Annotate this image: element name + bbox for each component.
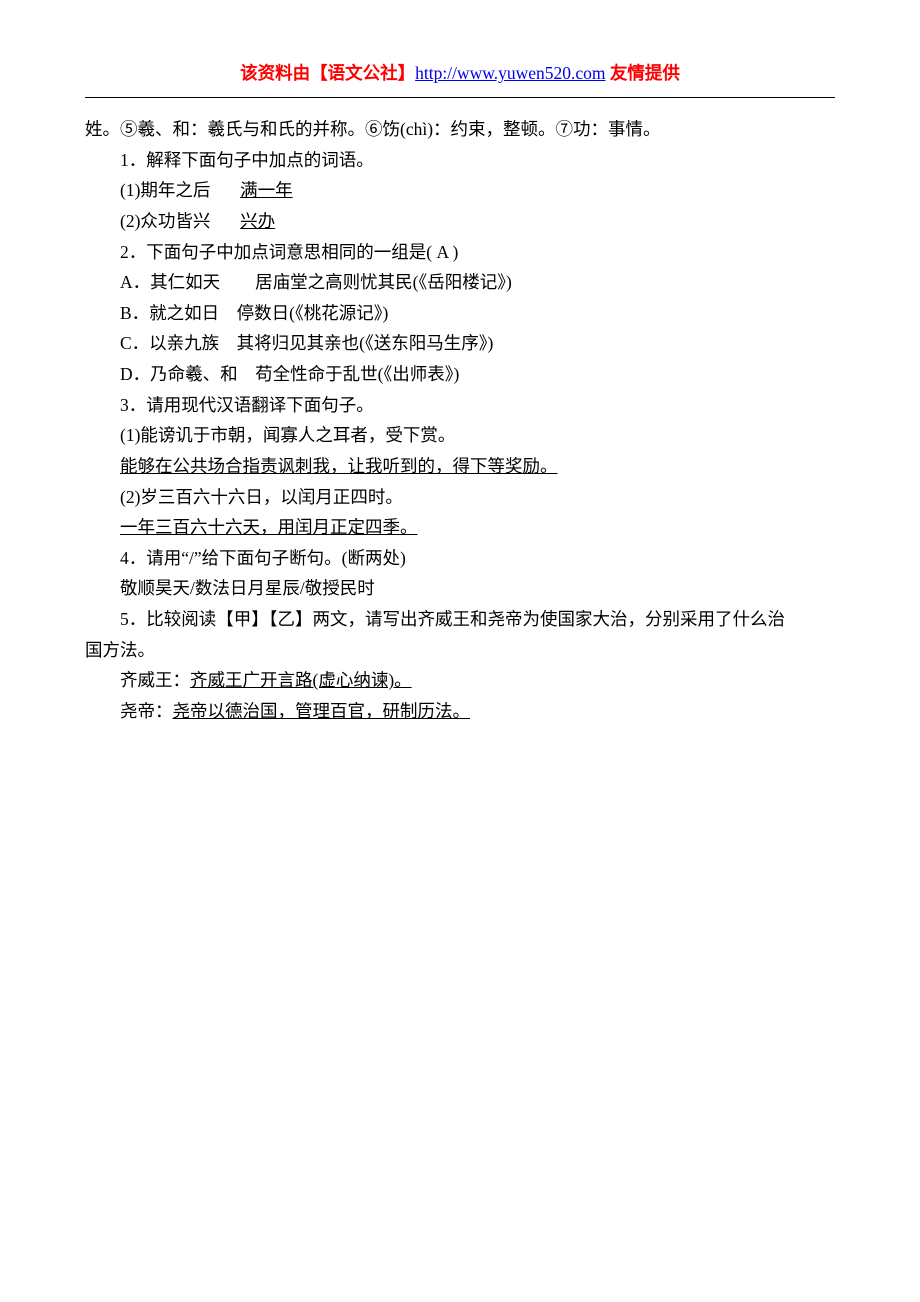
q2-opt-a: A．其仁如天 居庙堂之高则忧其民(《岳阳楼记》) <box>85 267 835 298</box>
q5-a1-text: 齐威王广开言路(虚心纳谏)。 <box>190 670 412 690</box>
q5-answer-2: 尧帝：尧帝以德治国，管理百官，研制历法。 <box>85 696 835 727</box>
header-source-link[interactable]: http://www.yuwen520.com <box>415 63 605 83</box>
q1-opt1-text: (1)期年之后 <box>120 180 210 200</box>
q1-opt2-text: (2)众功皆兴 <box>120 211 210 231</box>
q1-opt1-answer: 满一年 <box>240 180 293 200</box>
q5-answer-1: 齐威王：齐威王广开言路(虚心纳谏)。 <box>85 665 835 696</box>
divider <box>85 97 835 98</box>
q5-a2-text: 尧帝以德治国，管理百官，研制历法。 <box>173 701 471 721</box>
q5-prompt-line1: 5．比较阅读【甲】【乙】两文，请写出齐威王和尧帝为使国家大治，分别采用了什么治 <box>85 604 835 635</box>
q1-opt2: (2)众功皆兴 兴办 <box>85 206 835 237</box>
q4-prompt: 4．请用“/”给下面句子断句。(断两处) <box>85 543 835 574</box>
q3-s1-answer-text: 能够在公共场合指责讽刺我，让我听到的，得下等奖励。 <box>120 456 558 476</box>
q3-s1-answer: 能够在公共场合指责讽刺我，让我听到的，得下等奖励。 <box>85 451 835 482</box>
q3-prompt: 3．请用现代汉语翻译下面句子。 <box>85 390 835 421</box>
q3-s1-text: (1)能谤讥于市朝，闻寡人之耳者，受下赏。 <box>85 420 835 451</box>
q5-a2-label: 尧帝： <box>120 701 173 721</box>
q2-opt-b: B．就之如日 停数日(《桃花源记》) <box>85 298 835 329</box>
q2-opt-d: D．乃命羲、和 苟全性命于乱世(《出师表》) <box>85 359 835 390</box>
q3-s2-answer-text: 一年三百六十六天，用闰月正定四季。 <box>120 517 418 537</box>
page-header: 该资料由【语文公社】http://www.yuwen520.com 友情提供 <box>85 60 835 85</box>
q1-opt1: (1)期年之后 满一年 <box>85 175 835 206</box>
q3-s2-answer: 一年三百六十六天，用闰月正定四季。 <box>85 512 835 543</box>
note-line: 姓。⑤羲、和：羲氏与和氏的并称。⑥饬(chì)：约束，整顿。⑦功：事情。 <box>85 114 835 145</box>
q1-opt2-answer: 兴办 <box>240 211 275 231</box>
header-source-label: 该资料由【语文公社】 <box>240 63 415 83</box>
q3-s2-text: (2)岁三百六十六日，以闰月正四时。 <box>85 482 835 513</box>
q5-prompt-line2: 国方法。 <box>85 635 835 666</box>
document-page: 该资料由【语文公社】http://www.yuwen520.com 友情提供 姓… <box>0 0 920 1302</box>
q4-answer: 敬顺昊天/数法日月星辰/敬授民时 <box>85 573 835 604</box>
q2-opt-c: C．以亲九族 其将归见其亲也(《送东阳马生序》) <box>85 328 835 359</box>
q5-a1-label: 齐威王： <box>120 670 190 690</box>
q2-prompt: 2．下面句子中加点词意思相同的一组是( A ) <box>85 237 835 268</box>
q1-prompt: 1．解释下面句子中加点的词语。 <box>85 145 835 176</box>
header-source-suffix: 友情提供 <box>606 63 680 83</box>
document-body: 姓。⑤羲、和：羲氏与和氏的并称。⑥饬(chì)：约束，整顿。⑦功：事情。 1．解… <box>85 114 835 727</box>
